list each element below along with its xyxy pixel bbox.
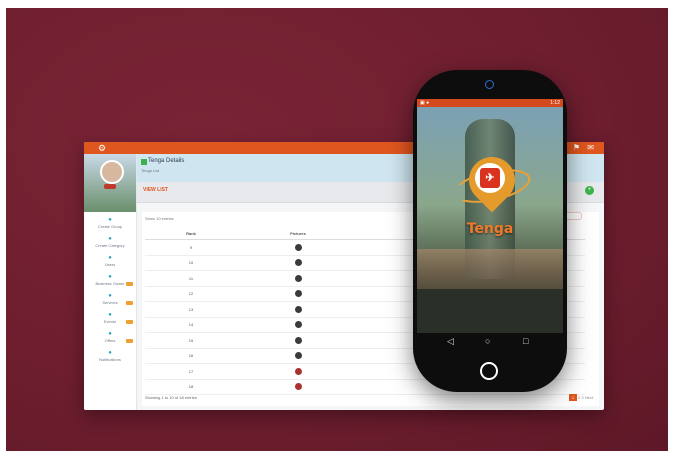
group-icon: ● xyxy=(108,217,112,223)
picture-cell xyxy=(237,239,359,256)
phone-mockup: ▣ ● 1:12 ✈ Tenga ◁ ○ □ xyxy=(413,70,567,392)
nav-keys: ◁ ○ □ xyxy=(417,334,563,352)
thumbnail[interactable] xyxy=(294,367,302,375)
picture-cell xyxy=(237,270,359,287)
sidebar-item-label: Create Category xyxy=(95,243,125,248)
column-header-pictures[interactable]: Pictures xyxy=(237,227,359,240)
thumbnail[interactable] xyxy=(294,259,302,267)
picture-cell xyxy=(237,286,359,302)
notification-icon: ▣ ● xyxy=(420,100,430,106)
badge xyxy=(126,339,133,343)
thumbnail[interactable] xyxy=(294,243,302,251)
home-button[interactable] xyxy=(480,362,498,380)
app-logo-icon: ✈ xyxy=(480,168,500,188)
brand-logo-icon xyxy=(141,159,147,165)
rank-cell: 11 xyxy=(145,270,237,287)
avatar-face xyxy=(100,160,124,184)
sidebar-item-label: Users xyxy=(104,262,116,267)
category-icon: ● xyxy=(108,236,112,242)
sidebar: ● Create Group ● Create Category ● Users ● Busi… xyxy=(84,154,137,410)
sidebar-item[interactable]: ● Users xyxy=(84,254,136,273)
thumbnail[interactable] xyxy=(294,274,302,282)
thumbnail[interactable] xyxy=(294,321,302,329)
thumbnail[interactable] xyxy=(294,352,302,360)
camera-icon xyxy=(485,80,494,89)
avatar xyxy=(84,154,136,212)
sidebar-item-label: Notifications xyxy=(99,357,121,362)
sidebar-item-label: Business Owner xyxy=(95,281,125,286)
page-title: Tenga Details xyxy=(148,158,185,164)
picture-cell xyxy=(237,301,359,318)
home-key-icon[interactable]: ○ xyxy=(485,336,490,346)
sidebar-item[interactable]: ● Business Owner xyxy=(84,273,136,292)
rank-cell: 15 xyxy=(145,332,237,349)
recent-apps-icon[interactable]: □ xyxy=(523,336,528,346)
building-image xyxy=(417,249,563,289)
sidebar-item[interactable]: ● Services xyxy=(84,292,136,311)
picture-cell xyxy=(237,317,359,333)
sidebar-item[interactable]: ● Notifications xyxy=(84,349,136,368)
badge xyxy=(126,282,133,286)
chat-icon[interactable]: ✉ xyxy=(587,143,594,152)
badge xyxy=(126,301,133,305)
rank-cell: 9 xyxy=(145,239,237,256)
rank-cell: 16 xyxy=(145,348,237,364)
rank-cell: 10 xyxy=(145,255,237,271)
service-icon: ● xyxy=(108,293,112,299)
table-info: Showing 1 to 10 of 18 entries xyxy=(145,395,197,400)
ground-image xyxy=(417,289,563,333)
gear-icon[interactable]: ⚙ xyxy=(98,143,106,154)
sidebar-item-label: Events xyxy=(103,319,117,324)
sidebar-item[interactable]: ● Create Group xyxy=(84,216,136,235)
sidebar-item[interactable]: ● Offers xyxy=(84,330,136,349)
phone-screen: ▣ ● 1:12 ✈ Tenga xyxy=(417,99,563,333)
flag-icon[interactable]: ⚑ xyxy=(573,143,580,152)
section-title: VIEW LIST xyxy=(143,187,168,193)
rank-cell: 13 xyxy=(145,301,237,318)
rank-cell: 14 xyxy=(145,317,237,333)
column-header-rank[interactable]: Rank xyxy=(145,227,237,240)
pagination: 1 2 3 Next xyxy=(568,394,593,401)
picture-cell xyxy=(237,363,359,380)
rank-cell: 18 xyxy=(145,379,237,395)
rank-cell: 12 xyxy=(145,286,237,302)
picture-cell xyxy=(237,332,359,349)
avatar-badge xyxy=(104,184,116,189)
user-icon: ● xyxy=(108,255,112,261)
status-time: 1:12 xyxy=(550,100,560,106)
sidebar-item[interactable]: ● Create Category xyxy=(84,235,136,254)
briefcase-icon: ● xyxy=(108,274,112,280)
sidebar-item-label: Offers xyxy=(104,338,116,343)
tag-icon: ● xyxy=(108,331,112,337)
sidebar-item[interactable]: ● Events xyxy=(84,311,136,330)
thumbnail[interactable] xyxy=(294,336,302,344)
picture-cell xyxy=(237,255,359,271)
app-name: Tenga xyxy=(466,221,514,237)
picture-cell xyxy=(237,348,359,364)
badge xyxy=(126,320,133,324)
calendar-icon: ● xyxy=(108,312,112,318)
page-links[interactable]: 2 3 Next xyxy=(578,395,593,400)
breadcrumb[interactable]: Tenga List xyxy=(141,168,159,173)
rank-cell: 17 xyxy=(145,363,237,380)
thumbnail[interactable] xyxy=(294,290,302,298)
thumbnail[interactable] xyxy=(294,383,302,391)
back-icon[interactable]: ◁ xyxy=(447,336,454,347)
thumbnail[interactable] xyxy=(294,305,302,313)
sidebar-nav: ● Create Group ● Create Category ● Users ● Busi… xyxy=(84,212,136,368)
sidebar-item-label: Create Group xyxy=(97,224,123,229)
sidebar-item-label: Services xyxy=(102,300,118,305)
length-select[interactable]: Show 10 entries xyxy=(145,216,174,221)
picture-cell xyxy=(237,379,359,395)
add-button[interactable]: + xyxy=(585,186,594,195)
status-bar: ▣ ● 1:12 xyxy=(417,99,563,107)
page-current[interactable]: 1 xyxy=(568,394,577,401)
bell-icon: ● xyxy=(108,350,112,356)
